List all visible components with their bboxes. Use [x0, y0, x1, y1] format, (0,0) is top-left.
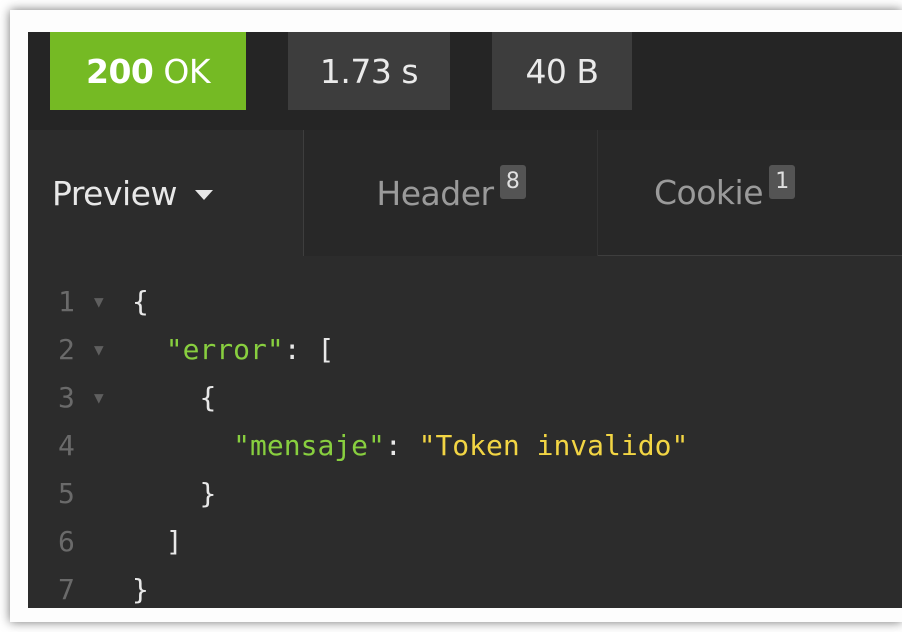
json-preview[interactable]: 1 ▼ {2 ▼ "error": [ 3 ▼ {4▼ "mensaje": "Token… — [28, 256, 902, 608]
json-punctuation: { — [132, 285, 149, 318]
response-panel: 200 OK 1.73 s 40 B Preview Header 8 Cook… — [28, 32, 902, 608]
code-content: } — [132, 566, 149, 608]
code-line: 1 ▼ { — [28, 278, 902, 326]
fold-arrow-icon[interactable]: ▼ — [94, 278, 104, 326]
line-number: 7 — [58, 573, 75, 606]
response-time: 1.73 s — [319, 51, 419, 91]
status-badge: 200 OK — [50, 32, 246, 110]
tab-cookie[interactable]: Cookie 1 — [598, 130, 902, 256]
cookie-count-badge: 1 — [769, 164, 796, 199]
code-line: 2 ▼ "error": [ — [28, 326, 902, 374]
json-punctuation: : — [384, 429, 419, 462]
tab-preview-label: Preview — [52, 173, 177, 213]
json-punctuation: } — [199, 477, 217, 510]
json-key: "error" — [165, 333, 284, 366]
line-number: 2 — [58, 333, 75, 366]
json-punctuation: { — [199, 381, 217, 414]
json-key: "mensaje" — [233, 429, 385, 462]
code-line: 3 ▼ { — [28, 374, 902, 422]
code-line: 5▼ } — [28, 470, 902, 518]
json-punctuation: ] — [165, 525, 183, 558]
code-line: 4▼ "mensaje": "Token invalido" — [28, 422, 902, 470]
fold-arrow-icon[interactable]: ▼ — [94, 326, 104, 374]
tab-header-label: Header — [376, 173, 494, 213]
response-tabs: Preview Header 8 Cookie 1 — [28, 130, 902, 257]
tab-preview[interactable]: Preview — [28, 130, 304, 256]
json-string-value: "Token invalido" — [418, 429, 689, 462]
response-size-badge: 40 B — [492, 32, 632, 110]
code-line: 7▼} — [28, 566, 902, 608]
code-content: "mensaje": "Token invalido" — [132, 422, 688, 470]
header-count-badge: 8 — [499, 165, 526, 199]
json-punctuation: : [ — [283, 333, 335, 366]
response-status-bar: 200 OK 1.73 s 40 B — [28, 32, 902, 131]
tab-cookie-label: Cookie — [654, 173, 764, 212]
status-code: 200 — [85, 51, 154, 91]
code-content: } — [132, 470, 216, 518]
code-content: "error": [ — [132, 326, 335, 374]
code-line: 6▼ ] — [28, 518, 902, 566]
status-text: OK — [163, 51, 210, 91]
line-number: 6 — [58, 525, 75, 558]
code-content: { — [132, 278, 149, 326]
fold-arrow-icon[interactable]: ▼ — [94, 374, 104, 422]
line-number: 5 — [58, 477, 75, 510]
chevron-down-icon[interactable] — [194, 190, 213, 200]
code-content: { — [132, 374, 216, 422]
code-content: ] — [132, 518, 183, 566]
response-time-badge: 1.73 s — [288, 32, 450, 110]
line-number: 3 — [58, 381, 75, 414]
tab-header[interactable]: Header 8 — [305, 130, 598, 257]
line-number: 4 — [58, 429, 75, 462]
response-size: 40 B — [525, 51, 599, 91]
line-number: 1 — [58, 285, 75, 318]
screenshot-frame: 200 OK 1.73 s 40 B Preview Header 8 Cook… — [10, 10, 902, 622]
json-punctuation: } — [132, 573, 149, 606]
